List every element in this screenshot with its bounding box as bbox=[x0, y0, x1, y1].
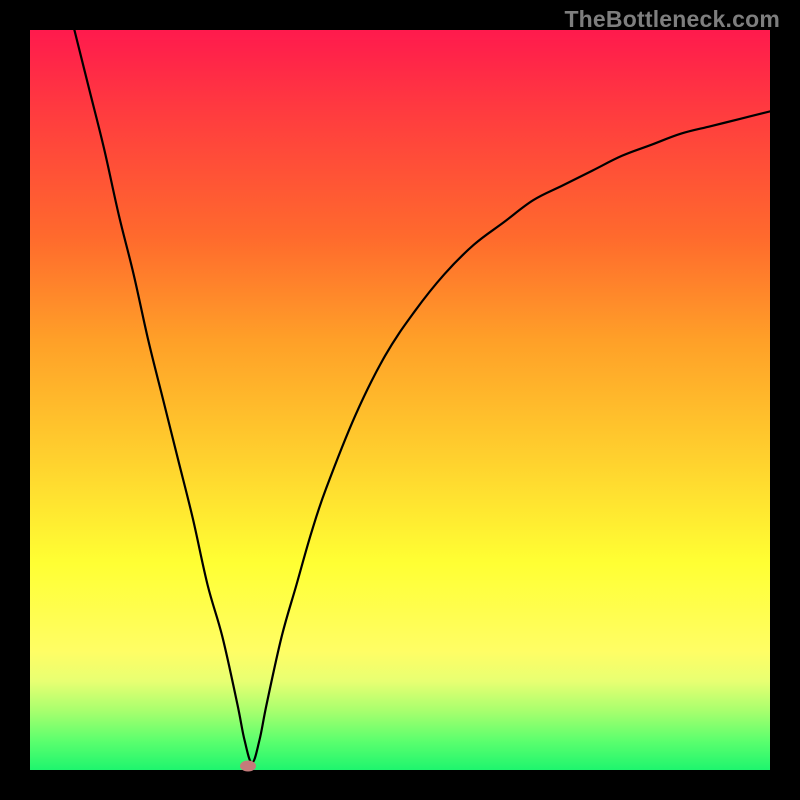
bottleneck-curve bbox=[74, 30, 770, 763]
plot-area bbox=[30, 30, 770, 770]
watermark-text: TheBottleneck.com bbox=[564, 6, 780, 33]
curve-svg bbox=[30, 30, 770, 770]
chart-frame: TheBottleneck.com bbox=[0, 0, 800, 800]
optimum-marker bbox=[240, 761, 256, 772]
